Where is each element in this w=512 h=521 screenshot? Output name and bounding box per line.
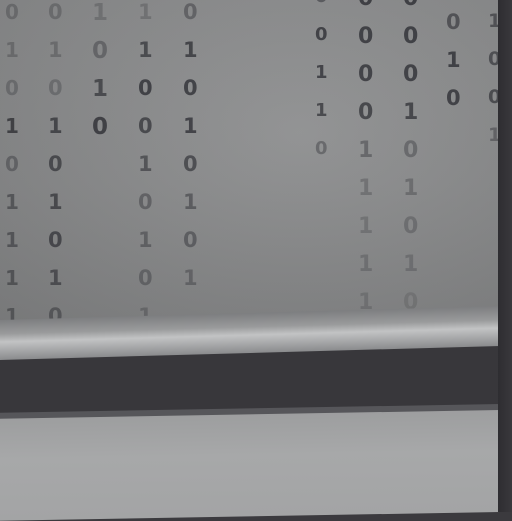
screen-edge <box>498 0 512 512</box>
screen-vignette <box>0 0 500 332</box>
monitor-screen: 0101011110101010101010110010101010101010… <box>0 0 501 332</box>
photo-scene: 0101011110101010101010110010101010101010… <box>0 0 512 521</box>
lower-panel <box>0 410 500 521</box>
